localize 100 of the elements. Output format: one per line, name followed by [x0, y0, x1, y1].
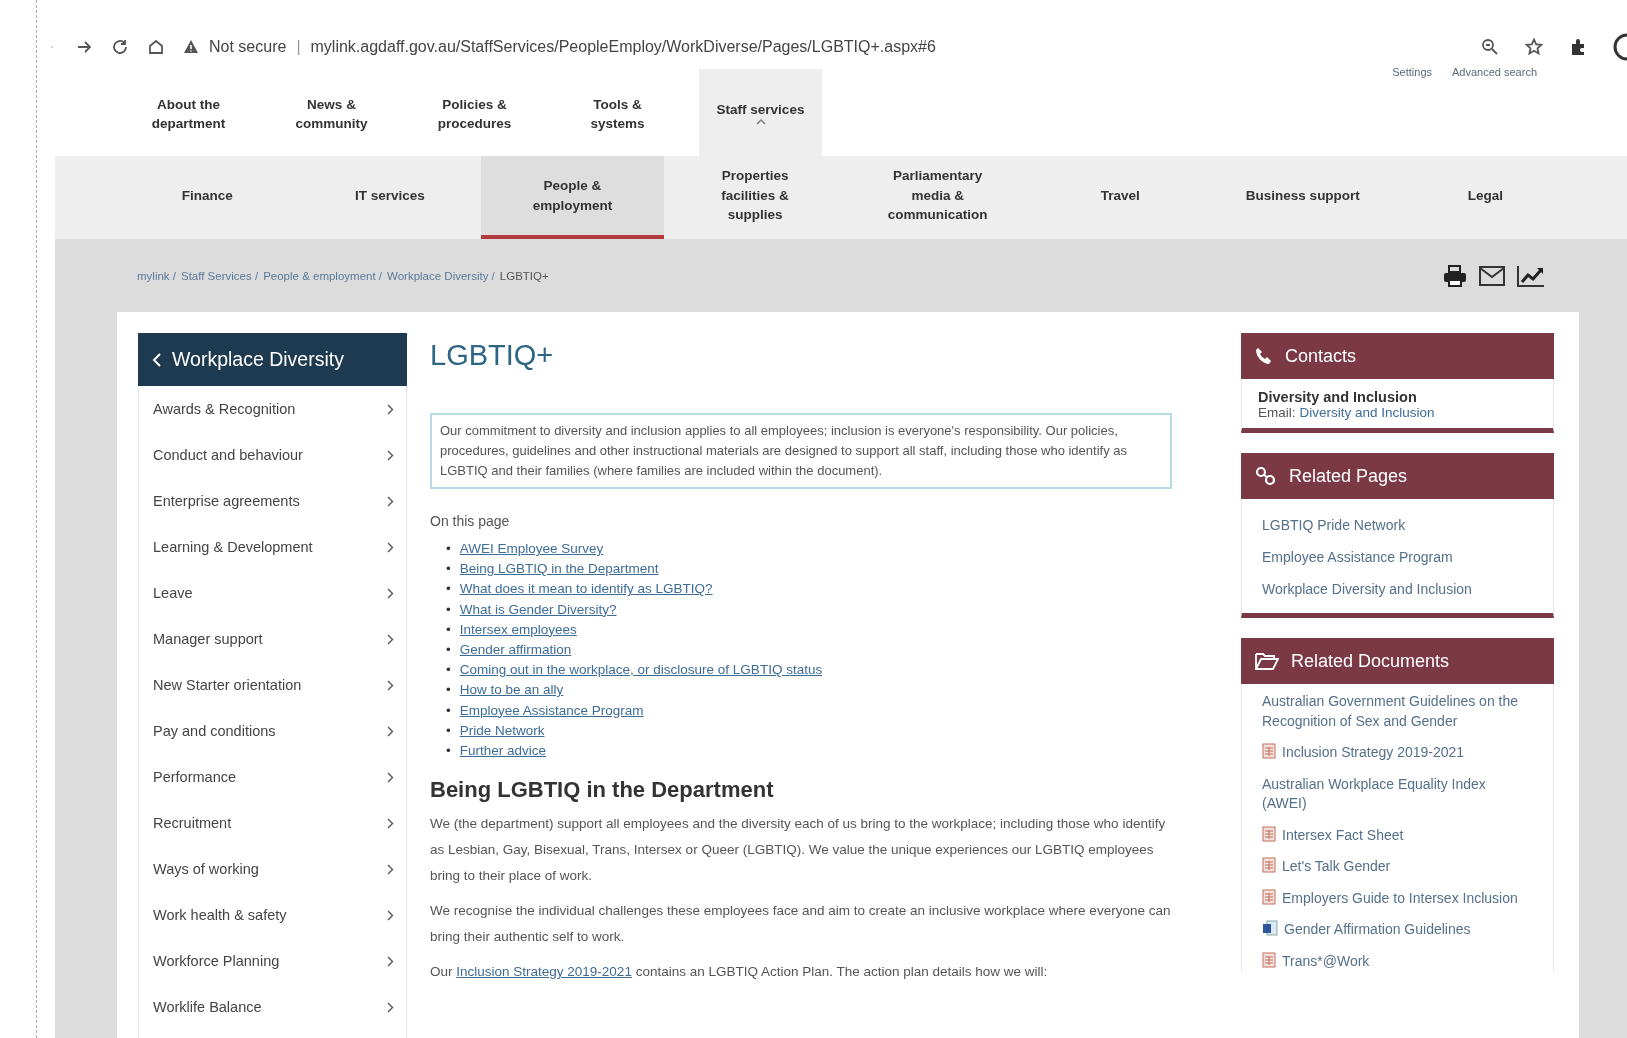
anchor-link[interactable]: Further advice — [459, 741, 547, 762]
page-title: LGBTIQ+ — [430, 339, 555, 373]
star-icon[interactable] — [1525, 38, 1543, 56]
bullet-icon: • — [446, 700, 451, 721]
bullet-icon: • — [446, 640, 451, 661]
document-link[interactable]: Inclusion Strategy 2019-2021 — [1282, 743, 1465, 763]
profile-icon[interactable] — [1613, 33, 1627, 61]
header-link[interactable]: Advanced search — [1452, 66, 1537, 78]
address-field[interactable]: mylink.agdaff.gov.au/StaffServices/PeopleEmploy/WorkDiverse/Pages/LGBTIQ+.aspx#6 — [310, 38, 936, 56]
subnav-tab[interactable]: People & employment — [481, 156, 664, 239]
anchor-link[interactable]: What is Gender Diversity? — [459, 599, 617, 620]
chevron-icon[interactable] — [387, 495, 394, 507]
chevron-icon[interactable] — [387, 449, 394, 461]
anchor-link[interactable]: Employee Assistance Program — [459, 700, 644, 721]
side-nav-link[interactable]: Workforce Planning — [153, 953, 280, 969]
nav-tab[interactable]: About the department — [117, 72, 260, 156]
document-icon — [1262, 920, 1278, 936]
subnav-tab[interactable]: Legal — [1394, 156, 1577, 239]
document-link[interactable]: Australian Government Guidelines on the Recognition of Sex and Gender — [1262, 692, 1533, 731]
chevron-icon[interactable] — [387, 679, 394, 691]
chevron-icon[interactable] — [387, 771, 394, 783]
chevron-icon[interactable] — [387, 587, 394, 599]
subnav-tab[interactable]: Finance — [116, 156, 299, 239]
side-nav-link[interactable]: Awards & Recognition — [153, 401, 296, 417]
document-link[interactable]: Gender Affirmation Guidelines — [1284, 920, 1471, 940]
document-icon — [1262, 857, 1276, 873]
reload-icon[interactable] — [111, 38, 129, 56]
side-nav-link[interactable]: Learning & Development — [153, 539, 313, 555]
side-nav-link[interactable]: Recruitment — [153, 815, 232, 831]
side-nav-link[interactable]: Pay and conditions — [153, 723, 276, 739]
chevron-icon[interactable] — [387, 955, 394, 967]
email-link[interactable]: Diversity and Inclusion — [1299, 405, 1435, 420]
anchor-link[interactable]: AWEI Employee Survey — [459, 539, 604, 560]
subnav-tab[interactable]: Parliamentary media & communication — [846, 156, 1029, 239]
panel-title: Related Documents — [1291, 650, 1450, 672]
bullet-icon: • — [446, 741, 451, 762]
document-link[interactable]: Let's Talk Gender — [1282, 857, 1391, 877]
side-nav-link[interactable]: Enterprise agreements — [153, 493, 300, 509]
anchor-link[interactable]: What does it mean to identify as LGBTIQ? — [459, 579, 713, 600]
chevron-icon[interactable] — [387, 725, 394, 737]
document-link[interactable]: Australian Workplace Equality Index (AWEI) — [1262, 774, 1533, 814]
anchor-link[interactable]: Being LGBTIQ in the Department — [459, 559, 659, 580]
related-page-link[interactable]: Employee Assistance Program — [1262, 541, 1533, 573]
anchor-link[interactable]: Intersex employees — [459, 619, 577, 640]
breadcrumb-current[interactable]: LGBTIQ+ — [499, 269, 549, 282]
side-nav-link[interactable]: Work health & safety — [153, 907, 287, 923]
chevron-icon[interactable] — [387, 863, 394, 875]
document-icon — [1262, 888, 1276, 905]
document-link[interactable]: Employers Guide to Intersex Inclusion — [1282, 888, 1518, 908]
breadcrumb-link[interactable]: mylink / — [137, 269, 176, 282]
nav-tab[interactable]: Policies & procedures — [403, 72, 546, 156]
side-nav-link[interactable]: Leave — [153, 585, 193, 601]
chevron-icon[interactable] — [387, 909, 394, 921]
bullet-icon: • — [446, 599, 451, 620]
anchor-link[interactable]: Pride Network — [459, 720, 545, 742]
subnav-tab[interactable]: Business support — [1211, 156, 1395, 239]
anchor-link[interactable]: Gender affirmation — [459, 640, 572, 661]
section-header[interactable]: Workplace Diversity — [138, 333, 407, 386]
anchor-link[interactable]: Coming out in the workplace, or disclosure of LGBTIQ status — [459, 660, 823, 681]
subnav-tab[interactable]: Properties facilities & supplies — [663, 156, 847, 239]
chart-icon[interactable] — [1517, 264, 1545, 287]
zoom-icon[interactable] — [1481, 38, 1499, 56]
side-nav-link[interactable]: Performance — [153, 769, 236, 785]
email-icon[interactable] — [1479, 264, 1505, 287]
document-link[interactable]: Intersex Fact Sheet — [1282, 825, 1404, 845]
document-icon — [1262, 825, 1276, 842]
header-link[interactable]: Settings — [1392, 66, 1432, 78]
anchor-link[interactable]: How to be an ally — [459, 680, 564, 701]
subnav-tab[interactable]: IT services — [298, 156, 482, 239]
home-icon[interactable] — [147, 38, 165, 56]
breadcrumb-link[interactable]: People & employment / — [263, 269, 383, 282]
breadcrumb-link[interactable]: Workplace Diversity / — [387, 269, 495, 282]
nav-tab[interactable]: News & community — [260, 72, 403, 156]
chevron-icon[interactable] — [387, 817, 394, 829]
chevron-icon[interactable] — [387, 1001, 394, 1013]
security-label[interactable]: Not secure — [209, 38, 287, 56]
bullet-icon: • — [446, 680, 451, 701]
related-page-link[interactable]: LGBTIQ Pride Network — [1262, 509, 1533, 541]
section-label: On this page — [430, 513, 511, 529]
document-icon — [1262, 951, 1276, 968]
email-label: Email: — [1258, 405, 1296, 420]
nav-tab[interactable]: Tools & systems — [546, 72, 689, 156]
extensions-icon[interactable] — [1569, 38, 1587, 56]
chevron-icon[interactable] — [387, 541, 394, 553]
side-nav-link[interactable]: New Starter orientation — [153, 677, 302, 693]
related-page-link[interactable]: Workplace Diversity and Inclusion — [1262, 573, 1533, 605]
breadcrumb-link[interactable]: Staff Services / — [181, 269, 259, 282]
print-icon[interactable] — [1443, 264, 1467, 287]
chevron-icon[interactable] — [387, 403, 394, 415]
chevron-icon[interactable] — [387, 633, 394, 645]
back-chevron-icon[interactable] — [152, 352, 162, 367]
side-nav-link[interactable]: Worklife Balance — [153, 999, 262, 1015]
side-nav-link[interactable]: Ways of working — [153, 861, 259, 877]
inline-link[interactable]: Inclusion Strategy 2019-2021 — [456, 964, 632, 980]
side-nav-link[interactable]: Conduct and behaviour — [153, 447, 303, 463]
side-nav-link[interactable]: Manager support — [153, 631, 263, 647]
nav-tab[interactable]: Staff services — [699, 69, 822, 156]
subnav-tab[interactable]: Travel — [1028, 156, 1212, 239]
paragraph: We recognise the individual challenges these employees face and aim to create an inclusive workplace where everyone can bring their authentic self to work. — [430, 902, 1172, 947]
document-link[interactable]: Trans*@Work — [1282, 951, 1370, 971]
